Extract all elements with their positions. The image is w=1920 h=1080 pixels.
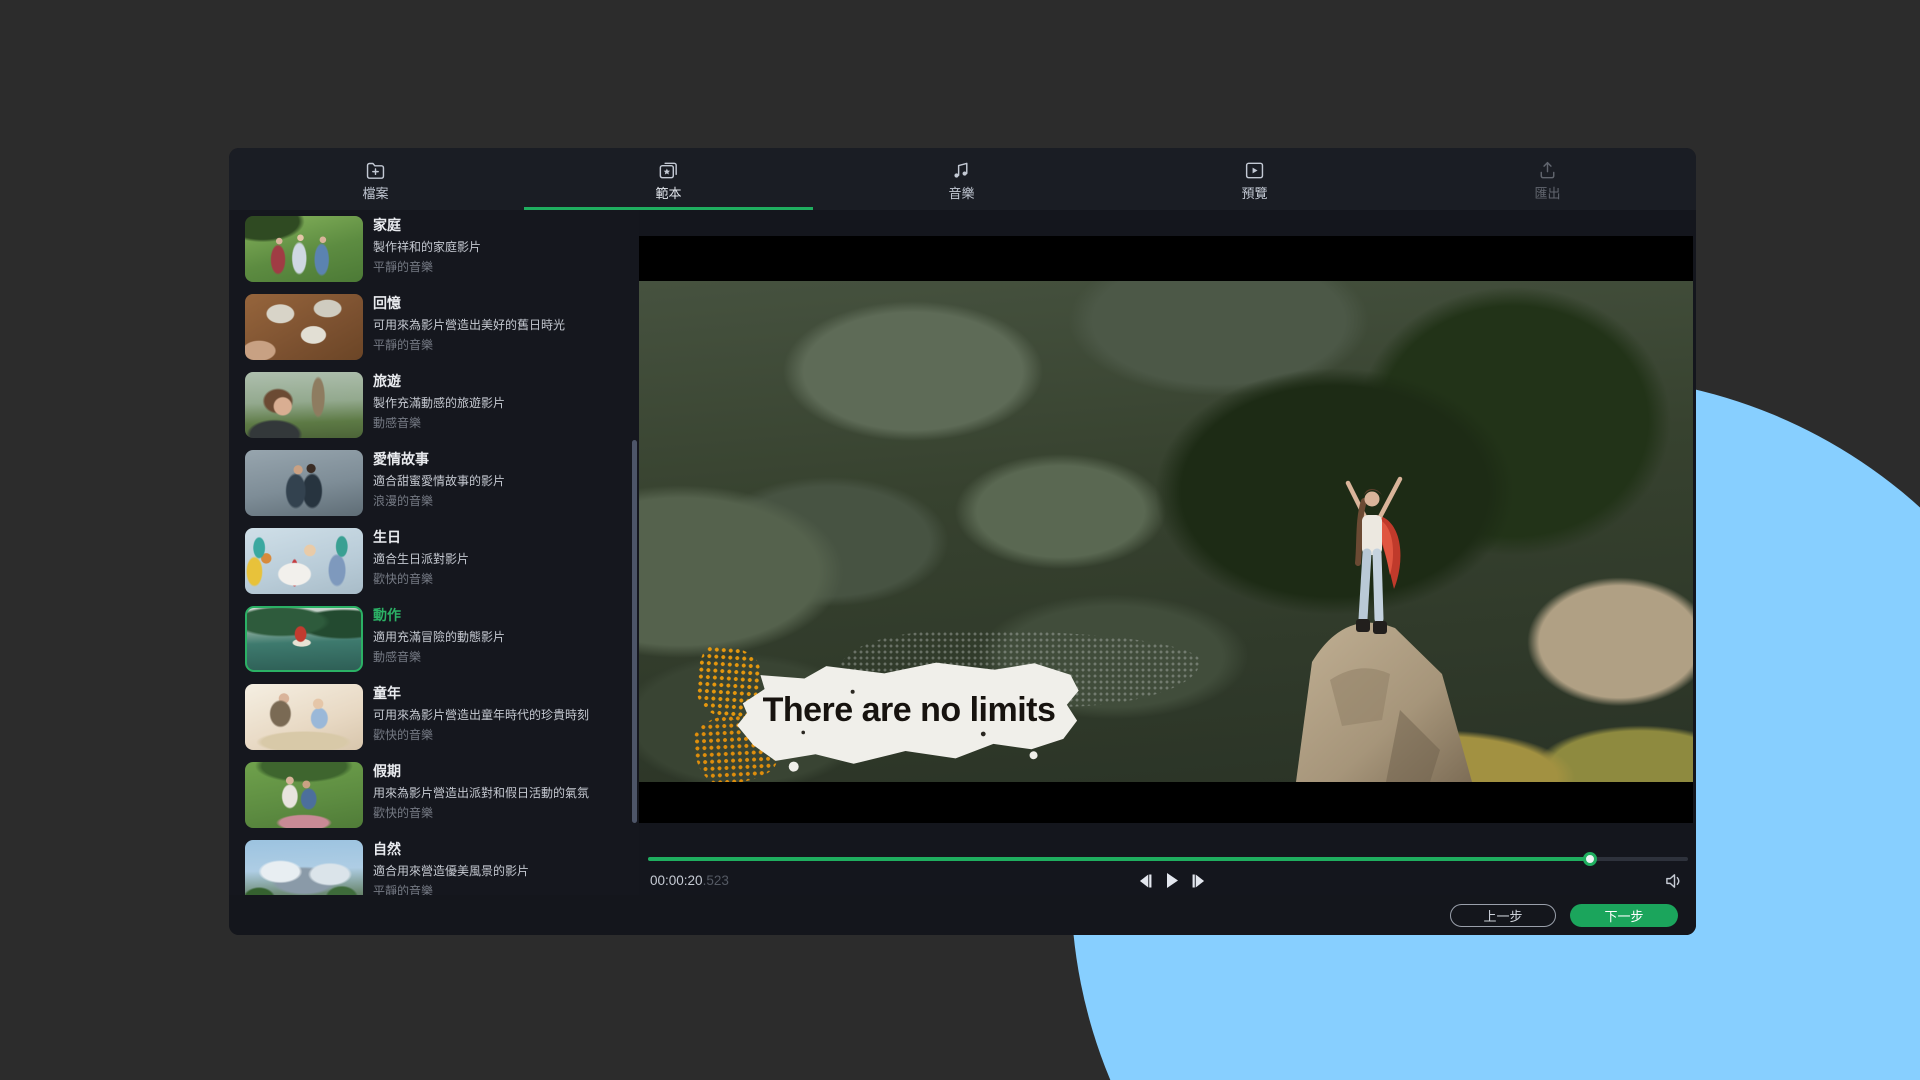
template-text: 回憶 可用來為影片營造出美好的舊日時光 平靜的音樂: [373, 294, 565, 352]
video-title-overlay: There are no limits: [733, 661, 1085, 759]
tab-file[interactable]: 檔案: [229, 148, 522, 210]
tab-music-label: 音樂: [948, 187, 974, 200]
template-list-item[interactable]: 童年 可用來為影片營造出童年時代的珍貴時刻 歡快的音樂: [229, 684, 639, 750]
tab-export-label: 匯出: [1534, 187, 1560, 200]
export-icon: [1536, 159, 1559, 182]
video-player: There are no limits: [639, 236, 1693, 823]
tab-templates-label: 範本: [655, 187, 681, 200]
template-thumbnail: [245, 216, 363, 282]
template-thumbnail: [245, 294, 363, 360]
transport-controls: [1137, 870, 1207, 894]
volume-icon: [1665, 878, 1684, 893]
template-music-type: 動感音樂: [373, 651, 505, 664]
timecode-fraction: .523: [703, 873, 729, 888]
template-thumbnail: [245, 762, 363, 828]
template-thumbnail: [245, 372, 363, 438]
template-text: 自然 適合用來營造優美風景的影片 平靜的音樂: [373, 840, 529, 897]
progress-knob[interactable]: [1583, 852, 1597, 866]
play-icon: [1165, 872, 1179, 892]
template-title: 家庭: [373, 217, 481, 233]
template-music-type: 歡快的音樂: [373, 729, 589, 742]
template-list-item[interactable]: 愛情故事 適合甜蜜愛情故事的影片 浪漫的音樂: [229, 450, 639, 516]
template-title: 生日: [373, 529, 469, 545]
template-description: 適合甜蜜愛情故事的影片: [373, 475, 505, 488]
next-button[interactable]: 下一步: [1570, 904, 1678, 927]
template-title: 童年: [373, 685, 589, 701]
template-list-item[interactable]: 回憶 可用來為影片營造出美好的舊日時光 平靜的音樂: [229, 294, 639, 360]
timecode-main: 00:00:20: [650, 873, 703, 888]
previous-frame-icon: [1139, 873, 1152, 892]
tab-preview[interactable]: 預覽: [1108, 148, 1401, 210]
template-text: 生日 適合生日派對影片 歡快的音樂: [373, 528, 469, 586]
template-thumbnail: [245, 528, 363, 594]
back-button[interactable]: 上一步: [1450, 904, 1556, 927]
video-preview-pane: There are no limits 00:00:20.523: [639, 210, 1696, 897]
template-text: 假期 用來為影片營造出派對和假日活動的氣氛 歡快的音樂: [373, 762, 589, 820]
tab-export[interactable]: 匯出: [1401, 148, 1694, 210]
template-text: 童年 可用來為影片營造出童年時代的珍貴時刻 歡快的音樂: [373, 684, 589, 742]
template-title: 假期: [373, 763, 589, 779]
template-thumbnail: [245, 450, 363, 516]
template-thumbnail: [245, 684, 363, 750]
template-list: 家庭 製作祥和的家庭影片 平靜的音樂 回憶 可用來為影片營造出美好的舊日時光 平…: [229, 210, 639, 897]
template-text: 旅遊 製作充滿動感的旅遊影片 動感音樂: [373, 372, 505, 430]
desktop-background: 檔案 範本: [0, 0, 1920, 1080]
bottom-bar: 上一步 下一步: [229, 895, 1696, 935]
template-title: 回憶: [373, 295, 565, 311]
next-frame-button[interactable]: [1190, 871, 1207, 894]
preview-play-icon: [1243, 159, 1266, 182]
templates-icon: [657, 159, 680, 182]
top-navigation-bar: 檔案 範本: [229, 148, 1696, 210]
template-text: 動作 適用充滿冒險的動態影片 動感音樂: [373, 606, 505, 664]
tab-templates[interactable]: 範本: [522, 148, 815, 210]
template-title: 愛情故事: [373, 451, 505, 467]
tab-music[interactable]: 音樂: [815, 148, 1108, 210]
template-thumbnail: [245, 606, 363, 672]
template-music-type: 歡快的音樂: [373, 807, 589, 820]
template-music-type: 平靜的音樂: [373, 261, 481, 274]
template-description: 用來為影片營造出派對和假日活動的氣氛: [373, 787, 589, 800]
progress-fill: [648, 857, 1590, 861]
template-description: 適合生日派對影片: [373, 553, 469, 566]
video-frame: There are no limits: [639, 281, 1693, 782]
template-thumbnail: [245, 840, 363, 897]
template-list-item[interactable]: 假期 用來為影片營造出派對和假日活動的氣氛 歡快的音樂: [229, 762, 639, 828]
template-description: 製作充滿動感的旅遊影片: [373, 397, 505, 410]
template-text: 家庭 製作祥和的家庭影片 平靜的音樂: [373, 216, 481, 274]
template-list-item[interactable]: 動作 適用充滿冒險的動態影片 動感音樂: [229, 606, 639, 672]
template-music-type: 平靜的音樂: [373, 339, 565, 352]
template-text: 愛情故事 適合甜蜜愛情故事的影片 浪漫的音樂: [373, 450, 505, 508]
template-music-type: 歡快的音樂: [373, 573, 469, 586]
template-title: 動作: [373, 607, 505, 623]
music-note-icon: [950, 159, 973, 182]
tab-preview-label: 預覽: [1241, 187, 1267, 200]
next-frame-icon: [1192, 873, 1205, 892]
template-music-type: 浪漫的音樂: [373, 495, 505, 508]
hiker-figure: [1336, 467, 1410, 657]
template-title: 自然: [373, 841, 529, 857]
template-music-type: 動感音樂: [373, 417, 505, 430]
tab-file-label: 檔案: [362, 187, 388, 200]
previous-frame-button[interactable]: [1137, 871, 1154, 894]
template-list-item[interactable]: 家庭 製作祥和的家庭影片 平靜的音樂: [229, 216, 639, 282]
app-window: 檔案 範本: [229, 148, 1696, 935]
template-description: 製作祥和的家庭影片: [373, 241, 481, 254]
template-list-item[interactable]: 自然 適合用來營造優美風景的影片 平靜的音樂: [229, 840, 639, 897]
list-scrollbar[interactable]: [632, 440, 637, 823]
play-button[interactable]: [1163, 870, 1181, 894]
progress-bar[interactable]: [648, 857, 1688, 861]
file-plus-icon: [364, 159, 387, 182]
template-description: 可用來為影片營造出童年時代的珍貴時刻: [373, 709, 589, 722]
template-description: 適用充滿冒險的動態影片: [373, 631, 505, 644]
template-list-item[interactable]: 生日 適合生日派對影片 歡快的音樂: [229, 528, 639, 594]
timecode: 00:00:20.523: [650, 872, 729, 890]
template-description: 適合用來營造優美風景的影片: [373, 865, 529, 878]
template-description: 可用來為影片營造出美好的舊日時光: [373, 319, 565, 332]
template-title: 旅遊: [373, 373, 505, 389]
template-list-item[interactable]: 旅遊 製作充滿動感的旅遊影片 動感音樂: [229, 372, 639, 438]
volume-button[interactable]: [1663, 870, 1686, 895]
